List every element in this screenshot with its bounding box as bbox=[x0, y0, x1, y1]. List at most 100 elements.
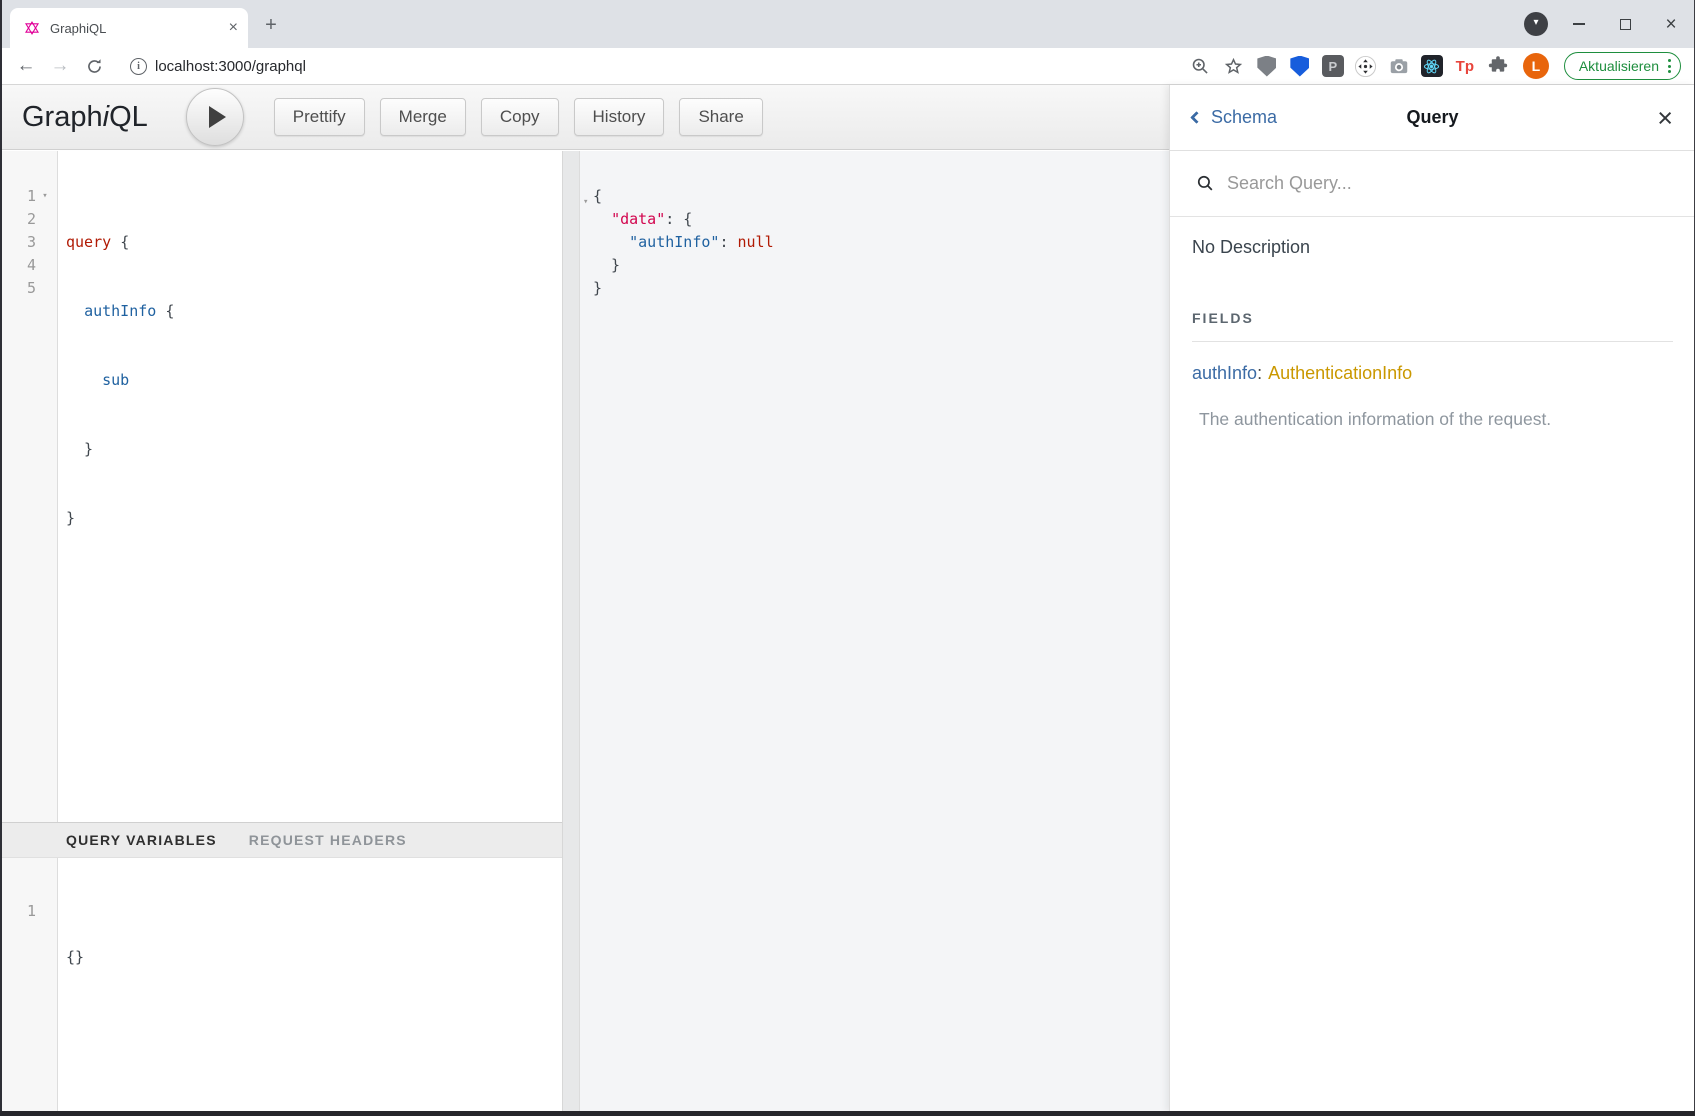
query-editor-input[interactable]: query { authInfo { sub } } bbox=[58, 151, 562, 822]
fold-caret-icon[interactable]: ▾ bbox=[583, 191, 588, 214]
code-token: } bbox=[66, 509, 75, 527]
code-line: "data": { bbox=[593, 208, 1169, 231]
pane-resize-handle[interactable] bbox=[562, 151, 580, 1112]
field-description: The authentication information of the re… bbox=[1192, 409, 1673, 430]
reload-button[interactable] bbox=[80, 52, 108, 80]
line-number: 2 bbox=[0, 208, 36, 231]
doc-search-input[interactable] bbox=[1227, 173, 1669, 194]
shield-icon bbox=[1290, 56, 1309, 77]
bookmark-star-icon[interactable] bbox=[1222, 54, 1246, 78]
zoom-icon[interactable] bbox=[1189, 54, 1213, 78]
code-line: query { bbox=[66, 231, 562, 254]
doc-explorer-panel: Schema Query × No Description FIELDS aut… bbox=[1169, 85, 1695, 1112]
browser-window: GraphiQL × + ▾ × ← → i localhost:3000/gr… bbox=[0, 0, 1695, 1116]
page-info-icon[interactable]: i bbox=[130, 58, 147, 75]
tab-title: GraphiQL bbox=[50, 21, 229, 36]
fold-caret-icon[interactable]: ▾ bbox=[36, 185, 54, 208]
line-number: 4 bbox=[0, 254, 36, 277]
code-line: } bbox=[593, 277, 1169, 300]
update-button-label: Aktualisieren bbox=[1579, 58, 1659, 74]
query-editor-pane: 1▾ 2 3 4 5 query { authInfo { sub } } bbox=[0, 151, 562, 822]
camera-extension-icon[interactable] bbox=[1387, 54, 1411, 78]
doc-back-link[interactable]: Schema bbox=[1192, 107, 1277, 128]
field-type-link[interactable]: AuthenticationInfo bbox=[1268, 363, 1412, 383]
field-name-link[interactable]: authInfo bbox=[1192, 363, 1257, 383]
doc-close-button[interactable]: × bbox=[1657, 106, 1673, 130]
profile-avatar[interactable]: L bbox=[1523, 53, 1549, 79]
code-token: sub bbox=[102, 371, 129, 389]
search-icon bbox=[1196, 174, 1215, 193]
line-number: 1 bbox=[0, 185, 36, 208]
code-token: { bbox=[120, 233, 129, 251]
type-description: No Description bbox=[1192, 237, 1673, 258]
merge-button[interactable]: Merge bbox=[380, 98, 466, 136]
result-viewer-pane: ▾ { "data": { "authInfo": null } } bbox=[580, 151, 1169, 1112]
doc-search-row bbox=[1170, 151, 1695, 217]
browser-menu-kebab-icon[interactable] bbox=[1668, 59, 1671, 73]
graphiql-logo: GraphiQL bbox=[22, 101, 148, 134]
code-token: authInfo bbox=[84, 302, 165, 320]
code-line: } bbox=[66, 438, 562, 461]
variables-editor-input[interactable]: {} bbox=[58, 858, 562, 1112]
variables-tab-bar: QUERY VARIABLES REQUEST HEADERS bbox=[0, 822, 562, 858]
maximize-button[interactable] bbox=[1602, 0, 1648, 48]
toolbar-buttons: Prettify Merge Copy History Share bbox=[274, 98, 763, 136]
back-button[interactable]: ← bbox=[12, 52, 40, 80]
code-token: } bbox=[593, 279, 602, 297]
reload-icon bbox=[85, 57, 104, 76]
code-token bbox=[593, 233, 629, 251]
letter-p-icon: P bbox=[1322, 55, 1344, 77]
chevron-left-icon bbox=[1190, 111, 1203, 124]
p-extension-icon[interactable]: P bbox=[1321, 54, 1345, 78]
address-bar-right: P bbox=[1189, 52, 1683, 80]
share-button[interactable]: Share bbox=[679, 98, 762, 136]
tab-search-button[interactable]: ▾ bbox=[1524, 12, 1548, 36]
url-omnibox[interactable]: localhost:3000/graphql bbox=[155, 58, 306, 75]
address-bar: ← → i localhost:3000/graphql P bbox=[0, 48, 1695, 85]
extensions-puzzle-icon[interactable] bbox=[1486, 54, 1510, 78]
react-devtools-extension-icon[interactable] bbox=[1420, 54, 1444, 78]
minimize-button[interactable] bbox=[1556, 0, 1602, 48]
code-line: "authInfo": null bbox=[593, 231, 1169, 254]
close-icon: × bbox=[1665, 15, 1676, 34]
execute-query-button[interactable] bbox=[186, 88, 244, 146]
move-target-extension-icon[interactable] bbox=[1354, 54, 1378, 78]
ublock-extension-icon[interactable] bbox=[1255, 54, 1279, 78]
fields-heading: FIELDS bbox=[1192, 310, 1673, 326]
tampermonkey-extension-icon[interactable]: Tp bbox=[1453, 54, 1477, 78]
minimize-icon bbox=[1573, 23, 1585, 24]
code-line: } bbox=[66, 507, 562, 530]
forward-button[interactable]: → bbox=[46, 52, 74, 80]
code-line: sub bbox=[66, 369, 562, 392]
prettify-button[interactable]: Prettify bbox=[274, 98, 365, 136]
bitwarden-extension-icon[interactable] bbox=[1288, 54, 1312, 78]
tab-request-headers[interactable]: REQUEST HEADERS bbox=[249, 832, 407, 848]
update-browser-button[interactable]: Aktualisieren bbox=[1564, 52, 1681, 80]
doc-explorer-header: Schema Query × bbox=[1170, 85, 1695, 151]
tab-query-variables[interactable]: QUERY VARIABLES bbox=[66, 832, 217, 848]
query-editor-gutter: 1▾ 2 3 4 5 bbox=[0, 151, 58, 822]
tab-close-icon[interactable]: × bbox=[229, 20, 238, 36]
code-line: {} bbox=[66, 946, 562, 969]
copy-button[interactable]: Copy bbox=[481, 98, 559, 136]
code-line: authInfo { bbox=[66, 300, 562, 323]
doc-back-label: Schema bbox=[1211, 107, 1277, 128]
caret-down-icon: ▾ bbox=[1533, 17, 1538, 28]
window-edge bbox=[0, 1111, 1695, 1116]
code-token: "authInfo" bbox=[629, 233, 719, 251]
code-token: { bbox=[593, 187, 602, 205]
code-token: : bbox=[719, 233, 737, 251]
history-button[interactable]: History bbox=[574, 98, 665, 136]
code-line: { bbox=[593, 185, 1169, 208]
graphql-favicon-icon bbox=[24, 20, 40, 36]
line-number: 3 bbox=[0, 231, 36, 254]
code-token: { bbox=[165, 302, 174, 320]
new-tab-button[interactable]: + bbox=[258, 13, 284, 39]
browser-tab[interactable]: GraphiQL × bbox=[10, 8, 248, 48]
close-window-button[interactable]: × bbox=[1648, 0, 1694, 48]
line-number: 1 bbox=[0, 900, 36, 923]
code-token bbox=[66, 371, 102, 389]
tp-label: Tp bbox=[1456, 58, 1474, 75]
variables-editor-pane: 1 {} bbox=[0, 858, 562, 1112]
play-icon bbox=[209, 106, 226, 128]
